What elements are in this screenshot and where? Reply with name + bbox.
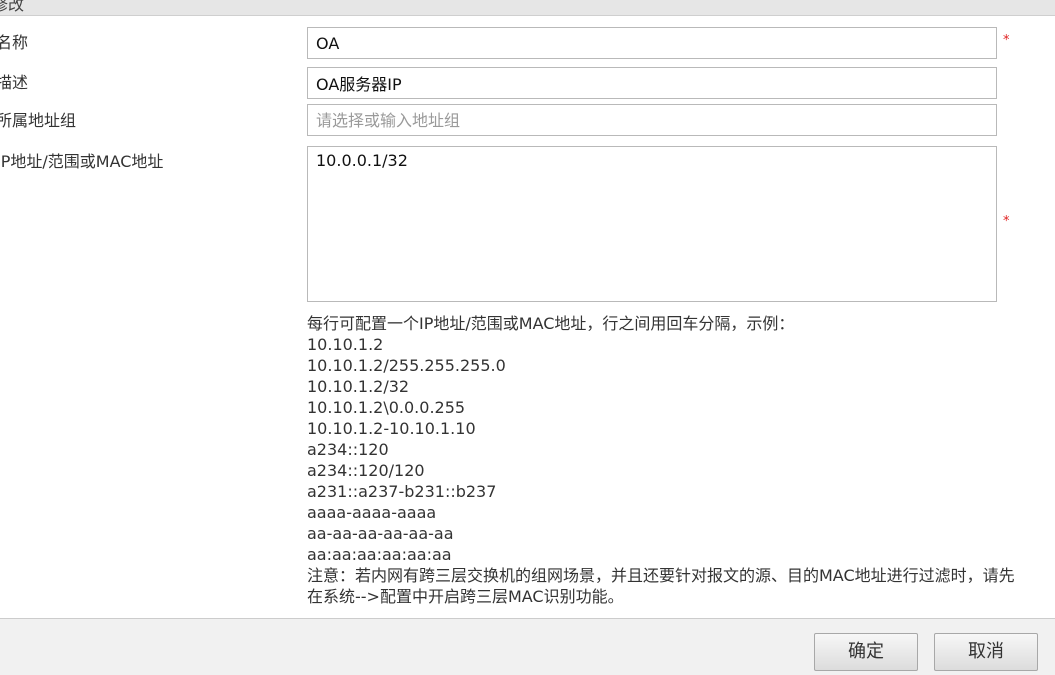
dialog-footer: 确定 取消 xyxy=(0,618,1055,675)
dialog-title: 修改 xyxy=(0,0,25,14)
ip-address-label: IP地址/范围或MAC地址 xyxy=(0,152,164,171)
help-example: 10.10.1.2/32 xyxy=(307,377,410,396)
ip-required-mark: * xyxy=(1003,214,1010,229)
help-example: aa:aa:aa:aa:aa:aa xyxy=(307,545,452,564)
help-example: 10.10.1.2 xyxy=(307,335,384,354)
ip-address-textarea[interactable]: 10.0.0.1/32 xyxy=(307,146,997,302)
name-required-mark: * xyxy=(1003,33,1010,48)
name-input[interactable] xyxy=(307,27,997,59)
address-group-label: 所属地址组 xyxy=(0,111,77,130)
help-example: a231::a237-b231::b237 xyxy=(307,482,497,501)
help-example: 10.10.1.2\0.0.0.255 xyxy=(307,398,466,417)
address-group-input[interactable] xyxy=(307,104,997,136)
help-example: aaaa-aaaa-aaaa xyxy=(307,503,437,522)
description-label: 描述 xyxy=(0,73,29,92)
help-text: 每行可配置一个IP地址/范围或MAC地址，行之间用回车分隔，示例： 10.10.… xyxy=(307,313,1022,607)
help-example: 10.10.1.2-10.10.1.10 xyxy=(307,419,476,438)
help-example: a234::120 xyxy=(307,440,389,459)
help-example: a234::120/120 xyxy=(307,461,425,480)
help-example: aa-aa-aa-aa-aa-aa xyxy=(307,524,454,543)
help-note: 注意：若内网有跨三层交换机的组网场景，并且还要针对报文的源、目的MAC地址进行过… xyxy=(307,566,1015,606)
dialog-title-bar: 修改 xyxy=(0,0,1055,16)
help-example: 10.10.1.2/255.255.255.0 xyxy=(307,356,506,375)
cancel-button[interactable]: 取消 xyxy=(934,633,1038,671)
help-intro: 每行可配置一个IP地址/范围或MAC地址，行之间用回车分隔，示例： xyxy=(307,314,795,333)
name-label: 名称 xyxy=(0,33,29,52)
description-input[interactable] xyxy=(307,67,997,99)
ok-button[interactable]: 确定 xyxy=(814,633,918,671)
